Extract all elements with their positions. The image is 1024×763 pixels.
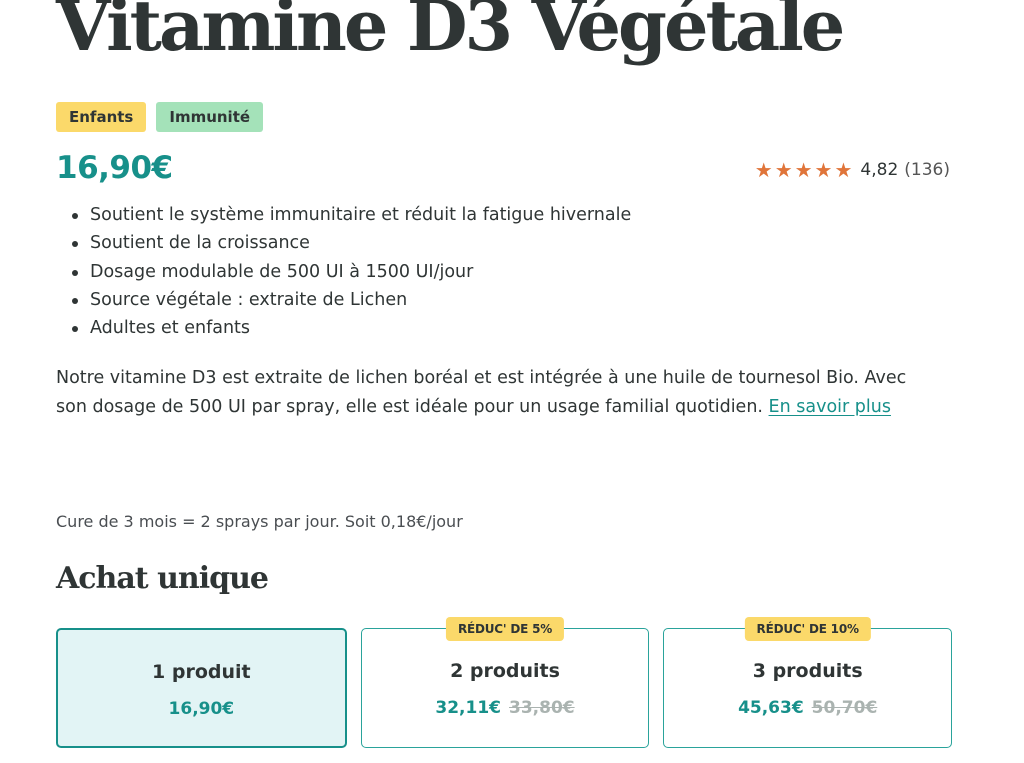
option-price-row: 45,63€ 50,70€ [738,698,877,718]
benefit-item: Adultes et enfants [71,314,631,342]
product-title: Vitamine D3 Végétale [56,0,845,67]
discount-badge: RÉDUC' DE 5% [445,617,565,641]
option-price: 32,11€ [435,698,501,718]
option-price-row: 32,11€ 33,80€ [435,698,574,718]
read-more-link[interactable]: En savoir plus [769,397,891,417]
product-price: 16,90€ [56,150,173,186]
rating-value: 4,82 [860,160,899,180]
tag-immunite[interactable]: Immunité [156,102,264,132]
option-name: 1 produit [152,661,251,683]
product-rating[interactable]: ★★★★★ 4,82 (136) [755,158,950,182]
option-3-products[interactable]: RÉDUC' DE 10% 3 produits 45,63€ 50,70€ [663,617,953,748]
option-price-row: 16,90€ [169,699,235,719]
product-tags: Enfants Immunité [56,102,264,132]
tag-enfants[interactable]: Enfants [56,102,147,132]
purchase-section-title: Achat unique [56,561,269,596]
star-rating-icon: ★★★★★ [754,158,855,182]
discount-badge: RÉDUC' DE 10% [744,617,871,641]
option-price: 45,63€ [738,698,804,718]
benefits-list: Soutient le système immunitaire et rédui… [71,201,631,342]
benefit-item: Soutient de la croissance [71,229,631,257]
option-1-product[interactable]: 1 produit 16,90€ [56,628,347,748]
product-description: Notre vitamine D3 est extraite de lichen… [56,364,936,421]
option-2-products[interactable]: RÉDUC' DE 5% 2 produits 32,11€ 33,80€ [360,617,650,748]
benefit-item: Source végétale : extraite de Lichen [71,286,631,314]
benefit-item: Dosage modulable de 500 UI à 1500 UI/jou… [71,258,631,286]
benefit-item: Soutient le système immunitaire et rédui… [71,201,631,229]
option-old-price: 50,70€ [811,698,878,718]
review-count: (136) [904,160,950,180]
option-old-price: 33,80€ [509,698,575,718]
option-name: 3 produits [752,660,863,682]
quantity-options: 1 produit 16,90€ RÉDUC' DE 5% 2 produits… [56,617,953,748]
option-name: 2 produits [450,660,560,682]
cure-info: Cure de 3 mois = 2 sprays par jour. Soit… [56,512,463,531]
option-price: 16,90€ [168,699,235,719]
